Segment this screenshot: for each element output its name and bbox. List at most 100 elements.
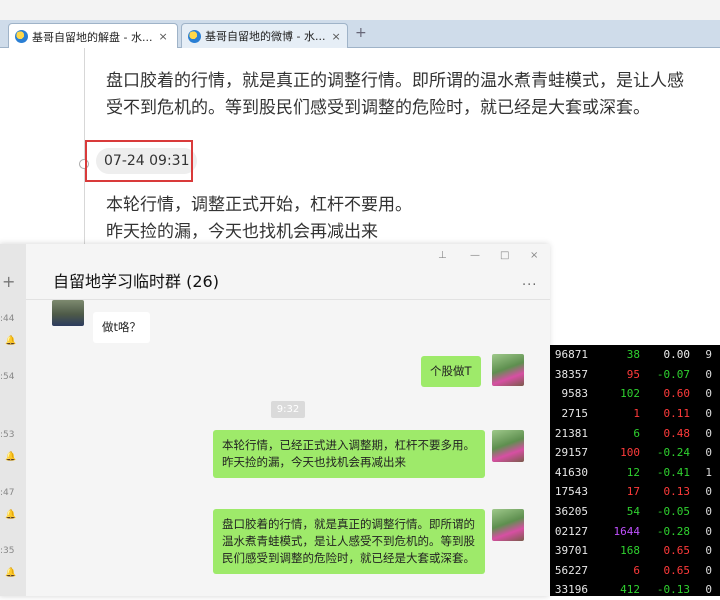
stock-cell: 56227 bbox=[554, 563, 588, 577]
stock-row[interactable]: 9583 102 0.60 0 bbox=[548, 384, 720, 404]
stock-row[interactable]: 33196 412 -0.13 0 bbox=[548, 580, 720, 600]
avatar[interactable] bbox=[52, 300, 84, 326]
stock-cell: 9583 bbox=[561, 387, 589, 401]
stock-cell: 6 bbox=[633, 426, 640, 440]
mute-bell-icon: 🔔 bbox=[5, 452, 17, 462]
stock-cell: 0.65 bbox=[663, 544, 691, 558]
avatar[interactable] bbox=[492, 354, 524, 386]
mute-bell-icon: 🔔 bbox=[5, 336, 17, 346]
text-line: 盘口胶着的行情，就是真正的调整行情。即所谓的温水煮青蛙模式，是让人感 bbox=[106, 71, 684, 91]
chat-list-time: :35 bbox=[0, 546, 15, 556]
stock-row[interactable]: 39701 168 0.65 0 bbox=[548, 541, 720, 561]
tab-weibo[interactable]: 基哥自留地的微博 - 水... × bbox=[181, 23, 348, 48]
stock-cell: 96871 bbox=[554, 348, 588, 362]
tab-title: 基哥自留地的微博 - 水... bbox=[205, 30, 326, 43]
stock-cell: 0 bbox=[705, 563, 712, 577]
message-bubble[interactable]: 盘口胶着的行情，就是真正的调整行情。即所谓的温水煮青蛙模式，是让人感受不到危机的… bbox=[213, 509, 485, 574]
text-line: 昨天捡的漏，今天也找机会再减出来 bbox=[106, 222, 378, 242]
more-options-icon[interactable]: ... bbox=[522, 274, 537, 289]
blog-paragraph-2: 本轮行情，调整正式开始，杠杆不要用。 昨天捡的漏，今天也找机会再减出来 bbox=[106, 192, 706, 246]
browser-tab-bar: 基哥自留地的解盘 - 水... × 基哥自留地的微博 - 水... × + bbox=[0, 20, 720, 49]
stock-cell: 2715 bbox=[561, 407, 589, 421]
highlight-box bbox=[85, 140, 193, 182]
chat-list-time: :53 bbox=[0, 430, 15, 440]
stock-cell: 0.60 bbox=[663, 387, 691, 401]
stock-cell: 0 bbox=[705, 407, 712, 421]
stock-cell: 6 bbox=[633, 563, 640, 577]
stock-cell: 21381 bbox=[554, 426, 588, 440]
mute-bell-icon: 🔔 bbox=[5, 568, 17, 578]
text-line: 受不到危机的。等到股民们感受到调整的危险时，就已经是大套或深套。 bbox=[106, 98, 650, 118]
stock-cell: 0 bbox=[705, 446, 712, 460]
stock-cell: 54 bbox=[626, 505, 640, 519]
chat-list-time: :54 bbox=[0, 372, 15, 382]
stock-cell: 0 bbox=[705, 367, 712, 381]
stock-cell: 0.65 bbox=[663, 563, 691, 577]
chat-title: 自留地学习临时群 (26) bbox=[53, 272, 219, 291]
stock-row[interactable]: 36205 54 -0.05 0 bbox=[548, 502, 720, 522]
stock-cell: 0.00 bbox=[663, 348, 691, 362]
stock-row[interactable]: 96871 38 0.00 9 bbox=[548, 345, 720, 365]
stock-cell: 0.48 bbox=[663, 426, 691, 440]
stock-cell: 1644 bbox=[613, 524, 641, 538]
tab-blog-analysis[interactable]: 基哥自留地的解盘 - 水... × bbox=[8, 23, 178, 49]
stock-cell: 17 bbox=[626, 485, 640, 499]
blog-paragraph-1: 盘口胶着的行情，就是真正的调整行情。即所谓的温水煮青蛙模式，是让人感 受不到危机… bbox=[106, 68, 706, 122]
stock-cell: 95 bbox=[626, 367, 640, 381]
message-bubble[interactable]: 本轮行情，已经正式进入调整期，杠杆不要多用。 昨天捡的漏，今天也找机会再减出来 bbox=[213, 430, 485, 478]
stock-cell: 0.13 bbox=[663, 485, 691, 499]
stock-cell: 38 bbox=[626, 348, 640, 362]
maximize-icon[interactable]: □ bbox=[500, 250, 509, 261]
stock-cell: 33196 bbox=[554, 583, 588, 597]
stock-cell: 100 bbox=[620, 446, 640, 460]
tab-close-icon[interactable]: × bbox=[158, 30, 167, 43]
stock-cell: 12 bbox=[626, 465, 640, 479]
stock-cell: 0.11 bbox=[663, 407, 691, 421]
close-icon[interactable]: × bbox=[530, 250, 538, 261]
stock-cell: 0 bbox=[705, 505, 712, 519]
pin-icon[interactable]: ⊥ bbox=[438, 250, 447, 261]
stock-cell: -0.24 bbox=[656, 446, 690, 460]
stock-row[interactable]: 38357 95 -0.07 0 bbox=[548, 365, 720, 385]
browser-favicon-icon bbox=[188, 29, 201, 43]
tab-close-icon[interactable]: × bbox=[331, 30, 340, 43]
browser-favicon-icon bbox=[15, 30, 28, 43]
stock-cell: 0 bbox=[705, 485, 712, 499]
stock-cell: 9 bbox=[705, 348, 712, 362]
avatar[interactable] bbox=[492, 509, 524, 541]
stock-row[interactable]: 41630 12 -0.41 1 bbox=[548, 463, 720, 483]
wechat-chat-window: + :44 🔔 :54 :53 🔔 :47 🔔 :35 🔔 自留地学习临时群 (… bbox=[0, 244, 550, 596]
browser-top-strip bbox=[0, 0, 720, 20]
stock-cell: -0.05 bbox=[656, 505, 690, 519]
stock-cell: 29157 bbox=[554, 446, 588, 460]
tab-title: 基哥自留地的解盘 - 水... bbox=[32, 30, 153, 44]
message-bubble[interactable]: 做t咯？ bbox=[93, 312, 151, 343]
message-timestamp: 9:32 bbox=[271, 401, 305, 418]
stock-quote-table: 96871 38 0.00 9 38357 95 -0.07 0 9583 102 0.60 0 271… bbox=[548, 345, 720, 596]
stock-row[interactable]: 17543 17 0.13 0 bbox=[548, 482, 720, 502]
add-chat-icon[interactable]: + bbox=[2, 272, 15, 291]
stock-row[interactable]: 02127 1644 -0.28 0 bbox=[548, 521, 720, 541]
stock-cell: 02127 bbox=[554, 524, 588, 538]
stock-cell: 168 bbox=[620, 544, 640, 558]
stock-row[interactable]: 56227 6 0.65 0 bbox=[548, 561, 720, 581]
minimize-icon[interactable]: — bbox=[470, 250, 480, 261]
stock-cell: 0 bbox=[705, 524, 712, 538]
stock-cell: 1 bbox=[705, 465, 712, 479]
text-line: 本轮行情，调整正式开始，杠杆不要用。 bbox=[106, 195, 412, 215]
mute-bell-icon: 🔔 bbox=[5, 510, 17, 520]
avatar[interactable] bbox=[492, 430, 524, 462]
stock-row[interactable]: 21381 6 0.48 0 bbox=[548, 423, 720, 443]
chat-header: 自留地学习临时群 (26) ⊥ — □ × ... bbox=[26, 244, 550, 300]
stock-cell: -0.28 bbox=[656, 524, 690, 538]
stock-cell: 0 bbox=[705, 387, 712, 401]
stock-cell: 412 bbox=[620, 583, 640, 597]
stock-cell: -0.07 bbox=[656, 367, 690, 381]
chat-list-time: :47 bbox=[0, 488, 15, 498]
stock-cell: 39701 bbox=[554, 544, 588, 558]
stock-row[interactable]: 2715 1 0.11 0 bbox=[548, 404, 720, 424]
message-bubble[interactable]: 个股做T bbox=[421, 356, 481, 387]
new-tab-button[interactable]: + bbox=[355, 25, 367, 41]
stock-cell: 102 bbox=[620, 387, 640, 401]
stock-row[interactable]: 29157 100 -0.24 0 bbox=[548, 443, 720, 463]
